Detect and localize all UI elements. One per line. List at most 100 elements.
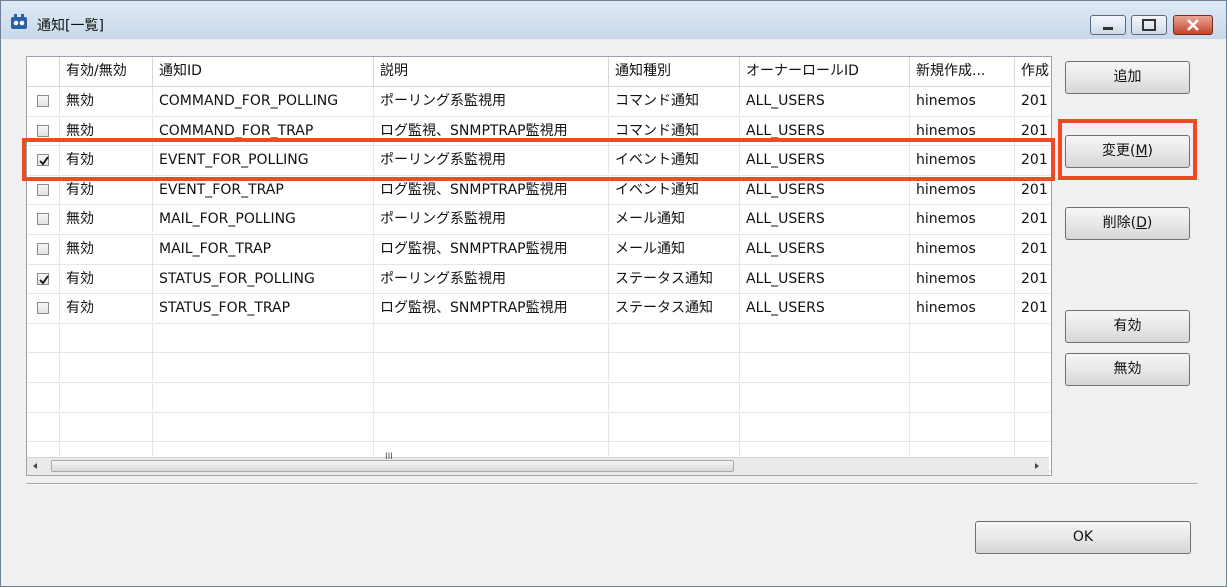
empty-cell <box>153 412 374 441</box>
enable-button[interactable]: 有効 <box>1065 310 1190 343</box>
cell-notification-id: MAIL_FOR_TRAP <box>153 234 374 263</box>
header-description[interactable]: 説明 <box>374 57 609 86</box>
cell-checkbox <box>27 205 60 234</box>
empty-cell <box>374 412 609 441</box>
delete-button[interactable]: 削除(D) <box>1065 207 1190 240</box>
cell-creator: hinemos <box>910 234 1015 263</box>
cell-owner-role-id: ALL_USERS <box>740 87 910 115</box>
table-row[interactable]: 無効 COMMAND_FOR_POLLING ポーリング系監視用 コマンド通知 ALL_… <box>27 87 1051 117</box>
empty-row <box>27 382 1051 413</box>
scroll-right-icon[interactable] <box>1033 462 1041 470</box>
scrollbar-thumb[interactable]: III <box>51 452 734 472</box>
table-row[interactable]: 無効 MAIL_FOR_POLLING ポーリング系監視用 メール通知 ALL_USER… <box>27 205 1051 235</box>
empty-cell <box>740 412 910 441</box>
empty-cell <box>27 412 60 441</box>
cell-notification-id: STATUS_FOR_TRAP <box>153 294 374 323</box>
header-creator[interactable]: 新規作成... <box>910 57 1015 86</box>
cell-description: ポーリング系監視用 <box>374 87 609 115</box>
cell-checkbox <box>27 234 60 263</box>
close-button[interactable] <box>1173 15 1213 35</box>
cell-creator: hinemos <box>910 87 1015 115</box>
empty-cell <box>740 323 910 352</box>
row-checkbox[interactable] <box>37 183 49 196</box>
empty-cell <box>609 382 740 411</box>
cell-checkbox <box>27 146 60 175</box>
cell-created: 201 <box>1021 300 1048 317</box>
row-checkbox[interactable] <box>37 302 49 315</box>
cell-description: ポーリング系監視用 <box>374 146 609 175</box>
table-header: 有効/無効 通知ID 説明 通知種別 オーナーロールID 新規作成... 作成 <box>27 57 1051 87</box>
minimize-button[interactable] <box>1090 15 1126 35</box>
empty-cell <box>60 382 153 411</box>
cell-status: 有効 <box>60 175 153 204</box>
scroll-left-icon[interactable] <box>31 462 39 470</box>
table-row[interactable]: 有効 EVENT_FOR_POLLING ポーリング系監視用 イベント通知 ALL_US… <box>27 146 1051 176</box>
cell-description: ログ監視、SNMPTRAP監視用 <box>374 294 609 323</box>
modify-button[interactable]: 変更(M) <box>1065 135 1190 168</box>
empty-cell <box>1015 324 1051 352</box>
maximize-button[interactable] <box>1131 15 1167 35</box>
add-button[interactable]: 追加 <box>1065 61 1190 94</box>
header-status[interactable]: 有効/無効 <box>60 57 153 86</box>
empty-cell <box>60 323 153 352</box>
cell-checkbox <box>27 264 60 293</box>
separator <box>26 483 1198 485</box>
empty-cell <box>1015 383 1051 411</box>
row-checkbox[interactable] <box>37 213 49 226</box>
empty-row <box>27 353 1051 383</box>
empty-cell <box>740 382 910 411</box>
cell-notification-id: EVENT_FOR_TRAP <box>153 175 374 204</box>
header-owner-role-id[interactable]: オーナーロールID <box>740 57 910 86</box>
empty-cell <box>374 323 609 352</box>
cell-created: 201 <box>1021 211 1048 228</box>
cell-notification-id: COMMAND_FOR_POLLING <box>153 87 374 115</box>
row-checkbox[interactable] <box>37 124 49 137</box>
empty-cell <box>374 382 609 411</box>
title-bar: 通知[一覧] <box>1 1 1226 39</box>
table-row[interactable]: 有効 STATUS_FOR_TRAP ログ監視、SNMPTRAP監視用 ステータス通知… <box>27 294 1051 324</box>
cell-description: ログ監視、SNMPTRAP監視用 <box>374 234 609 263</box>
header-notification-id[interactable]: 通知ID <box>153 57 374 86</box>
table-row[interactable]: 有効 STATUS_FOR_POLLING ポーリング系監視用 ステータス通知 ALL_… <box>27 264 1051 295</box>
scrollbar-grip: III <box>385 452 393 462</box>
empty-cell <box>27 323 60 352</box>
cell-description: ログ監視、SNMPTRAP監視用 <box>374 116 609 145</box>
header-notification-type[interactable]: 通知種別 <box>609 57 740 86</box>
cell-created: 201 <box>1021 152 1048 169</box>
checkmark-icon <box>39 156 49 166</box>
checkmark-icon <box>39 275 49 284</box>
cell-created: 201 <box>1021 270 1048 287</box>
empty-cell <box>27 382 60 411</box>
table-row[interactable]: 無効 MAIL_FOR_TRAP ログ監視、SNMPTRAP監視用 メール通知 ALL_… <box>27 234 1051 265</box>
cell-description: ポーリング系監視用 <box>374 264 609 293</box>
cell-notification-type: コマンド通知 <box>609 87 740 115</box>
cell-notification-type: コマンド通知 <box>609 116 740 145</box>
ok-button[interactable]: OK <box>975 521 1191 554</box>
empty-cell <box>60 412 153 441</box>
disable-button[interactable]: 無効 <box>1065 353 1190 386</box>
close-icon <box>1187 19 1199 31</box>
row-checkbox[interactable] <box>37 154 49 167</box>
row-checkbox[interactable] <box>37 242 49 255</box>
row-checkbox[interactable] <box>37 95 49 107</box>
header-checkbox-column[interactable] <box>27 57 60 86</box>
cell-checkbox <box>27 175 60 204</box>
cell-notification-type: メール通知 <box>609 234 740 263</box>
cell-owner-role-id: ALL_USERS <box>740 175 910 204</box>
table-row[interactable]: 無効 COMMAND_FOR_TRAP ログ監視、SNMPTRAP監視用 コマンド通知… <box>27 116 1051 147</box>
cell-owner-role-id: ALL_USERS <box>740 116 910 145</box>
cell-creator: hinemos <box>910 205 1015 234</box>
cell-status: 無効 <box>60 116 153 145</box>
empty-cell <box>609 353 740 382</box>
cell-notification-type: ステータス通知 <box>609 294 740 323</box>
cell-created: 201 <box>1021 240 1048 257</box>
horizontal-scrollbar[interactable]: III <box>27 452 1049 475</box>
maximize-icon <box>1142 19 1156 31</box>
cell-status: 有効 <box>60 146 153 175</box>
header-created[interactable]: 作成 <box>1015 57 1051 86</box>
cell-notification-type: イベント通知 <box>609 175 740 204</box>
cell-description: ログ監視、SNMPTRAP監視用 <box>374 175 609 204</box>
row-checkbox[interactable] <box>37 272 49 285</box>
table-row[interactable]: 有効 EVENT_FOR_TRAP ログ監視、SNMPTRAP監視用 イベント通知 AL… <box>27 175 1051 206</box>
cell-status: 有効 <box>60 294 153 323</box>
